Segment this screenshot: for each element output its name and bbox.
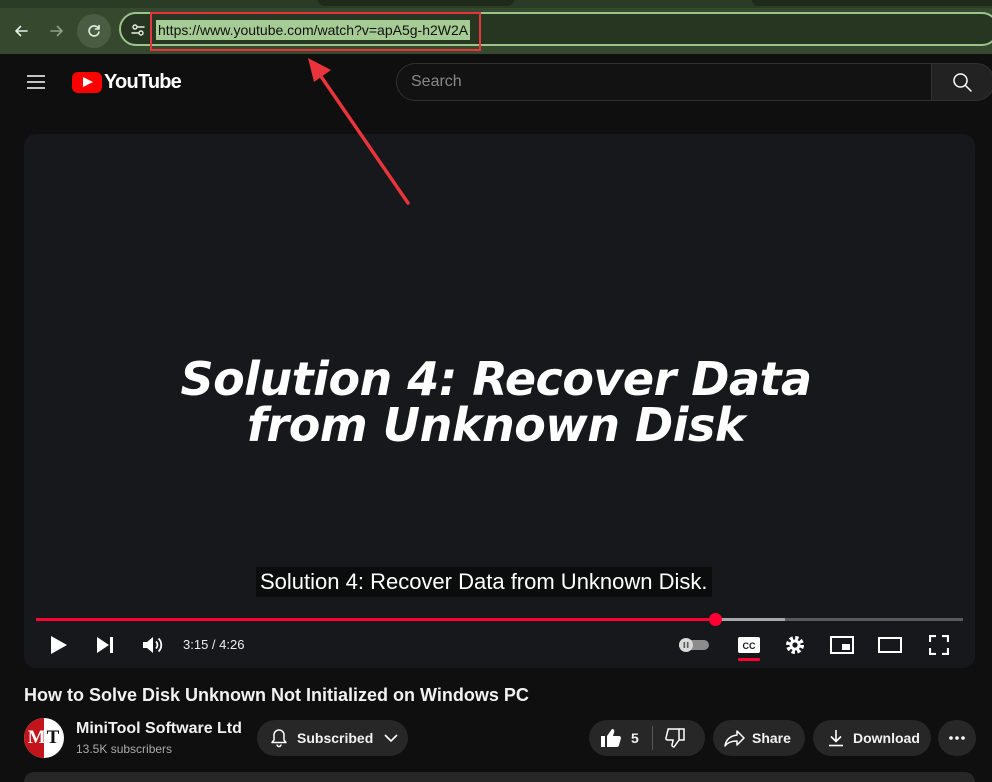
search-button[interactable] <box>931 63 992 101</box>
url-annotation-box <box>150 12 481 51</box>
tune-icon <box>131 24 145 36</box>
download-icon <box>829 730 843 747</box>
search-input[interactable] <box>396 63 932 101</box>
bell-icon <box>271 729 287 748</box>
video-title: How to Solve Disk Unknown Not Initialize… <box>24 685 529 705</box>
play-icon <box>51 636 67 654</box>
play-button[interactable] <box>42 628 76 662</box>
download-label: Download <box>853 730 920 746</box>
thumbs-up-icon <box>601 729 621 747</box>
hamburger-menu-icon <box>27 75 45 89</box>
browser-tab-strip <box>0 0 992 8</box>
like-dislike-group: 5 <box>589 720 705 756</box>
video-player[interactable]: Solution 4: Recover Data from Unknown Di… <box>24 134 975 668</box>
dislike-button[interactable] <box>653 728 687 748</box>
description-box[interactable] <box>24 772 975 782</box>
next-button[interactable] <box>88 628 122 662</box>
browser-tab[interactable] <box>752 0 992 6</box>
subscriber-count: 13.5K subscribers <box>76 742 173 756</box>
channel-name[interactable]: MiniTool Software Ltd <box>76 719 242 739</box>
miniplayer-icon <box>830 636 854 654</box>
avatar-letter-t: T <box>46 727 61 748</box>
reload-button[interactable] <box>77 14 111 48</box>
autoplay-toggle-icon <box>679 638 709 652</box>
like-button[interactable]: 5 <box>589 728 652 748</box>
volume-icon <box>143 637 163 653</box>
scrubber-handle[interactable] <box>709 613 723 626</box>
video-frame-title-line: Solution 4: Recover Data <box>180 352 812 406</box>
guide-menu-button[interactable] <box>22 70 50 94</box>
video-frame-title: Solution 4: Recover Data from Unknown Di… <box>24 356 968 448</box>
theater-mode-icon <box>878 637 902 653</box>
channel-avatar[interactable]: MT <box>24 718 64 758</box>
logo-text: YouTube <box>104 70 182 93</box>
progress-bar[interactable] <box>36 613 963 626</box>
subscribed-label: Subscribed <box>297 730 374 746</box>
more-dots-icon <box>949 736 965 740</box>
share-arrow-icon <box>724 730 745 747</box>
closed-captions-icon: CC <box>738 637 760 653</box>
fullscreen-icon <box>929 635 949 655</box>
mute-button[interactable] <box>136 628 170 662</box>
skip-next-icon <box>97 637 113 653</box>
fullscreen-button[interactable] <box>921 628 957 662</box>
download-button[interactable]: Download <box>813 720 931 756</box>
back-button[interactable] <box>4 14 38 48</box>
miniplayer-button[interactable] <box>824 628 860 662</box>
back-arrow-icon <box>15 25 28 37</box>
site-info-button[interactable] <box>128 20 148 40</box>
share-label: Share <box>752 730 791 746</box>
theater-mode-button[interactable] <box>872 628 908 662</box>
browser-tab[interactable] <box>318 0 514 6</box>
svg-text:CC: CC <box>743 641 756 651</box>
caption-text: Solution 4: Recover Data from Unknown Di… <box>256 567 712 597</box>
subscribed-button[interactable]: Subscribed <box>257 720 408 756</box>
share-button[interactable]: Share <box>713 720 805 756</box>
autoplay-toggle[interactable] <box>676 628 712 662</box>
video-frame-title-line: from Unknown Disk <box>247 398 745 452</box>
settings-button[interactable] <box>777 628 813 662</box>
youtube-header: YouTube <box>0 54 992 110</box>
reload-icon <box>88 24 100 37</box>
youtube-play-logo-icon <box>72 71 102 93</box>
captions-active-indicator <box>738 658 760 661</box>
thumbs-down-icon <box>665 728 685 748</box>
like-count: 5 <box>631 730 639 746</box>
progress-played <box>36 618 716 621</box>
chevron-down-icon <box>384 734 398 743</box>
gear-icon <box>786 636 804 654</box>
forward-arrow-icon <box>50 25 63 37</box>
avatar-monogram: MT <box>28 727 61 749</box>
browser-toolbar <box>0 8 992 54</box>
more-actions-button[interactable] <box>938 720 976 756</box>
time-display: 3:15 / 4:26 <box>183 637 245 652</box>
avatar-letter-m: M <box>27 727 47 748</box>
search-icon <box>953 73 972 92</box>
captions-button[interactable]: CC <box>731 628 767 662</box>
youtube-logo[interactable]: YouTube <box>72 69 182 95</box>
forward-button[interactable] <box>40 14 74 48</box>
